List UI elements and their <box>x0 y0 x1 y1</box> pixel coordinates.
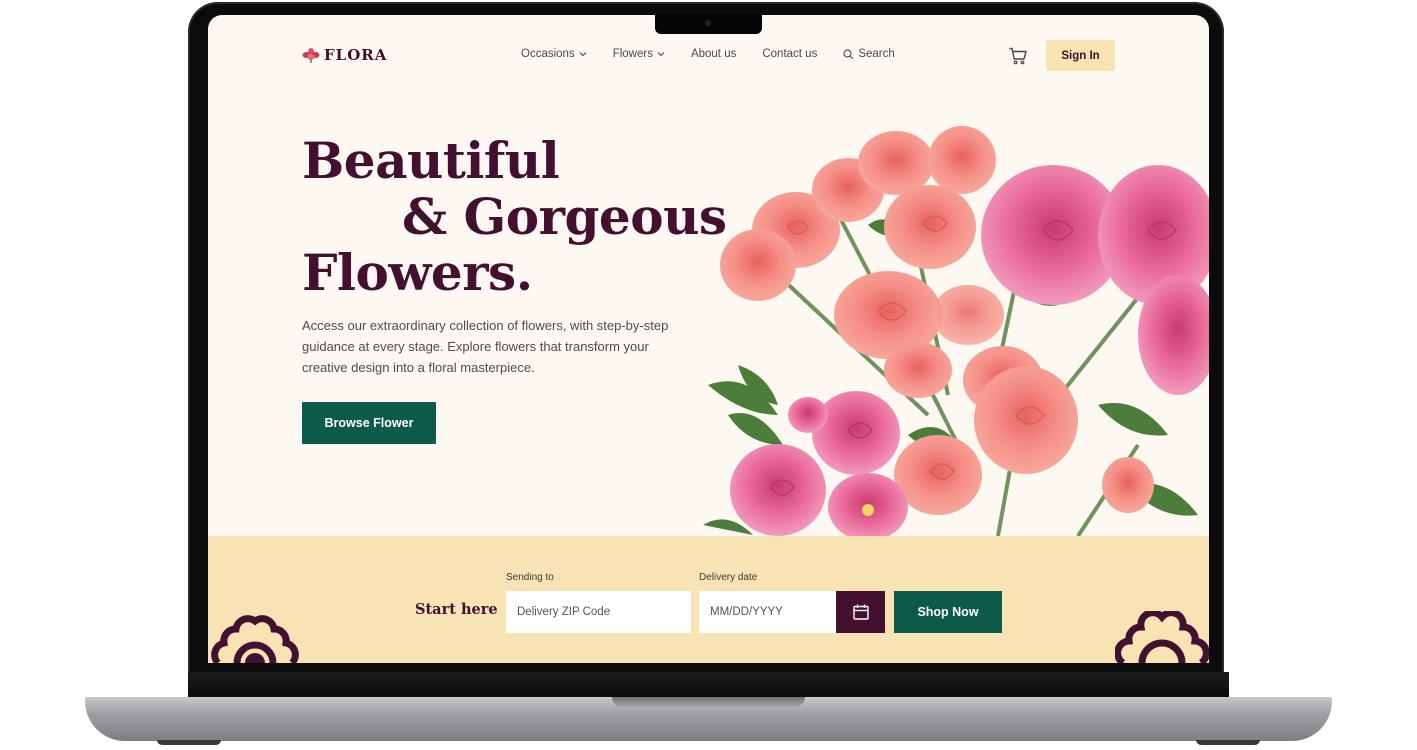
nav-occasions-label: Occasions <box>521 48 575 60</box>
nav-contact-label: Contact us <box>762 48 818 60</box>
laptop-foot-left <box>157 740 221 745</box>
laptop-hinge <box>188 672 1229 698</box>
calendar-icon <box>852 604 869 620</box>
decorative-flower-left <box>211 615 299 663</box>
hero-title-line2: & Gorgeous <box>402 187 727 246</box>
browse-flower-button[interactable]: Browse Flower <box>302 402 436 444</box>
sign-in-button[interactable]: Sign In <box>1046 40 1115 71</box>
cart-icon[interactable] <box>1008 46 1028 66</box>
search-label: Search <box>858 48 895 60</box>
rose-bouquet-image <box>703 126 1209 536</box>
shop-now-button[interactable]: Shop Now <box>894 591 1002 633</box>
nav-flowers[interactable]: Flowers <box>613 48 665 60</box>
delivery-date-label: Delivery date <box>699 572 758 583</box>
logo[interactable]: FLORA <box>302 46 387 64</box>
zip-code-input[interactable]: Delivery ZIP Code <box>506 591 691 633</box>
laptop-base-notch <box>612 697 805 707</box>
search-icon <box>843 48 854 59</box>
hero-title: Beautiful & Gorgeous Flowers. <box>302 133 727 301</box>
nav-flowers-label: Flowers <box>612 48 653 60</box>
nav-about[interactable]: About us <box>691 48 736 60</box>
sending-to-label: Sending to <box>506 572 554 583</box>
nav-occasions[interactable]: Occasions <box>521 48 587 60</box>
calendar-button[interactable] <box>836 591 885 633</box>
main-nav: Occasions Flowers About us Contact us Se… <box>521 48 895 60</box>
camera-notch <box>655 14 762 34</box>
hero-title-line3: Flowers. <box>302 243 533 302</box>
decorative-flower-right <box>1115 611 1209 663</box>
logo-text: FLORA <box>324 46 388 64</box>
nav-contact[interactable]: Contact us <box>762 48 817 60</box>
search-button[interactable]: Search <box>843 48 895 60</box>
chevron-down-icon <box>657 52 665 57</box>
laptop-foot-right <box>1196 740 1260 745</box>
delivery-date-input[interactable]: MM/DD/YYYY <box>699 591 836 633</box>
nav-about-label: About us <box>690 48 737 60</box>
flower-logo-icon <box>302 48 320 63</box>
website-screen: FLORA Occasions Flowers About us Contact… <box>208 15 1209 663</box>
start-here-label: Start here <box>415 601 498 618</box>
chevron-down-icon <box>579 52 587 57</box>
hero-title-line1: Beautiful <box>302 131 560 190</box>
hero-description: Access our extraordinary collection of f… <box>302 318 669 375</box>
